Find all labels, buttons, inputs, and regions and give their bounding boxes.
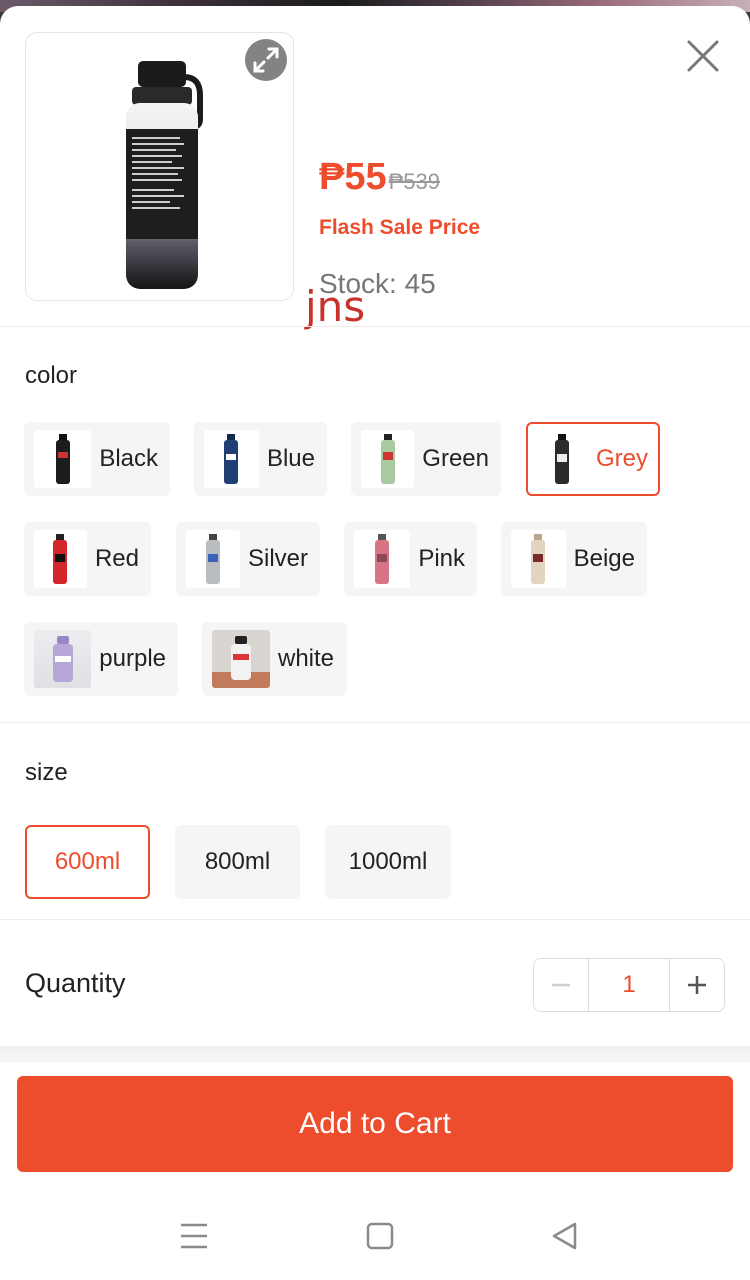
flash-price: ₱55 [319,156,387,198]
size-option-label: 1000ml [348,848,428,875]
menu-button[interactable] [174,1216,214,1256]
price-row: ₱55 ₱539 [319,156,440,199]
color-option-label: Blue [266,445,315,472]
increase-button[interactable] [670,959,724,1011]
size-option-label: 600ml [54,848,121,875]
color-option-label: Green [422,445,489,472]
color-swatch-image [361,430,415,488]
original-price: ₱539 [388,169,441,194]
product-thumbnail[interactable] [25,32,294,301]
size-section-title: size [25,759,68,786]
color-swatch-image [536,430,588,488]
close-icon [687,40,719,72]
color-option-label: white [278,645,335,672]
color-swatch-image [511,530,566,588]
divider [0,722,750,723]
menu-icon [181,1223,207,1249]
color-option-label: Silver [247,545,308,572]
home-square-icon [366,1222,394,1250]
color-option-grey[interactable]: Grey [526,422,660,496]
color-option-blue[interactable]: Blue [194,422,327,496]
color-swatch-image [34,630,92,688]
size-option-600ml[interactable]: 600ml [25,825,150,899]
quantity-label: Quantity [25,968,126,998]
expand-icon [253,47,279,73]
footer-separator [0,1046,750,1062]
color-option-silver[interactable]: Silver [176,522,320,596]
color-option-white[interactable]: white [202,622,347,696]
color-option-green[interactable]: Green [351,422,501,496]
color-swatch-image [34,530,87,588]
quantity-value[interactable]: 1 [588,959,670,1011]
divider [0,326,750,327]
color-option-label: Red [94,545,139,572]
add-to-cart-button[interactable]: Add to Cart [17,1076,733,1172]
decrease-button[interactable] [534,959,588,1011]
color-option-label: purple [99,645,166,672]
color-option-beige[interactable]: Beige [501,522,647,596]
divider [0,919,750,920]
variant-sheet: ₱55 ₱539 Flash Sale Price Stock: 45 jns … [0,6,750,1280]
quantity-stepper: 1 [533,958,725,1012]
back-button[interactable] [545,1216,585,1256]
color-option-black[interactable]: Black [24,422,170,496]
back-triangle-icon [552,1222,577,1250]
size-option-1000ml[interactable]: 1000ml [325,825,451,899]
color-option-label: Beige [573,545,635,572]
color-swatch-image [354,530,411,588]
expand-button[interactable] [245,39,287,81]
color-option-label: Pink [418,545,465,572]
color-swatch-image [186,530,240,588]
system-nav-bar [0,1196,750,1280]
color-section-title: color [25,362,78,389]
size-option-800ml[interactable]: 800ml [175,825,300,899]
color-swatch-image [204,430,259,488]
size-option-label: 800ml [204,848,271,875]
color-swatch-image [212,630,270,688]
color-swatch-image [34,430,92,488]
close-button[interactable] [683,36,723,76]
color-option-pink[interactable]: Pink [344,522,477,596]
watermark-text: jns [305,282,366,331]
plus-icon [688,976,706,994]
flash-sale-label: Flash Sale Price [319,216,481,239]
color-option-label: Grey [595,445,648,472]
home-button[interactable] [360,1216,400,1256]
color-option-purple[interactable]: purple [24,622,178,696]
color-option-red[interactable]: Red [24,522,151,596]
minus-icon [552,983,570,987]
color-option-label: Black [99,445,158,472]
